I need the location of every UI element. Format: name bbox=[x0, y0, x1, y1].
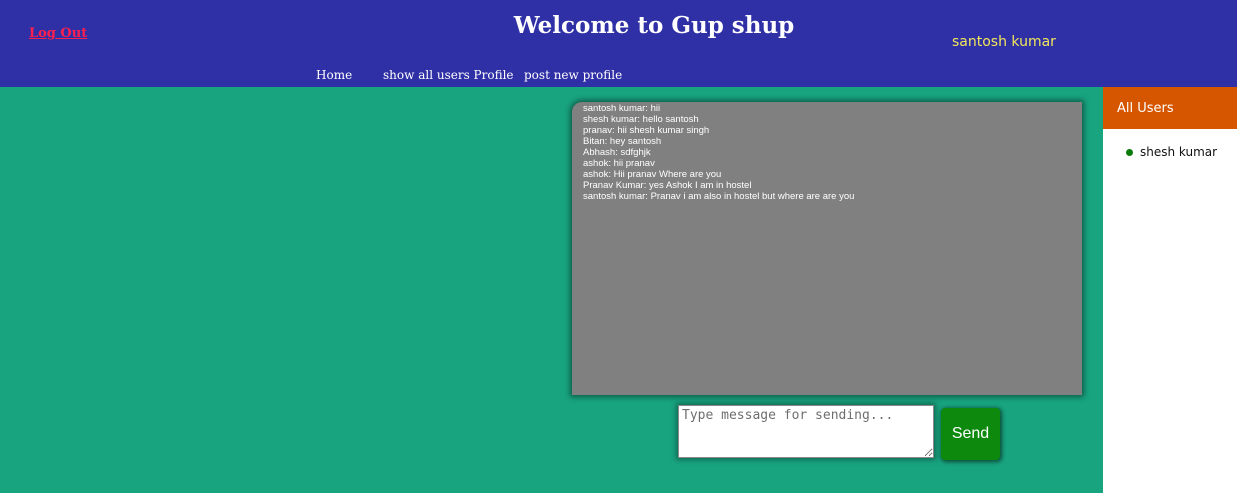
nav-post-new-profile-link[interactable]: post new profile bbox=[524, 68, 622, 82]
chat-message: Pranav Kumar: yes Ashok I am in hostel bbox=[583, 180, 752, 191]
message-list: santosh kumar: hii shesh kumar: hello sa… bbox=[572, 102, 1082, 202]
chat-messages-box[interactable]: santosh kumar: hii shesh kumar: hello sa… bbox=[572, 102, 1082, 395]
chat-message: pranav: hii shesh kumar singh bbox=[583, 125, 710, 136]
send-button[interactable]: Send bbox=[941, 408, 1000, 460]
nav-show-all-users-link[interactable]: show all users Profile bbox=[383, 68, 514, 82]
chat-message: Abhash: sdfghjk bbox=[583, 147, 651, 158]
current-username: santosh kumar bbox=[952, 34, 1056, 50]
message-input[interactable] bbox=[678, 405, 934, 458]
nav-home-link[interactable]: Home bbox=[316, 68, 352, 82]
chat-message: ashok: Hii pranav Where are you bbox=[583, 169, 722, 180]
online-status-icon bbox=[1126, 148, 1133, 156]
chat-message: santosh kumar: Pranav i am also in hoste… bbox=[583, 191, 855, 202]
user-name: shesh kumar bbox=[1140, 145, 1218, 159]
users-sidebar: All Users shesh kumar bbox=[1103, 87, 1237, 493]
chat-message: ashok: hii pranav bbox=[583, 158, 655, 169]
main-area: santosh kumar: hii shesh kumar: hello sa… bbox=[0, 87, 1103, 493]
user-list-item[interactable]: shesh kumar bbox=[1126, 145, 1217, 159]
chat-message: Bitan: hey santosh bbox=[583, 136, 662, 147]
top-header: Log Out Welcome to Gup shup santosh kuma… bbox=[0, 0, 1237, 87]
all-users-heading: All Users bbox=[1103, 87, 1237, 129]
chat-message: santosh kumar: hii bbox=[583, 103, 661, 114]
chat-message: shesh kumar: hello santosh bbox=[583, 114, 699, 125]
